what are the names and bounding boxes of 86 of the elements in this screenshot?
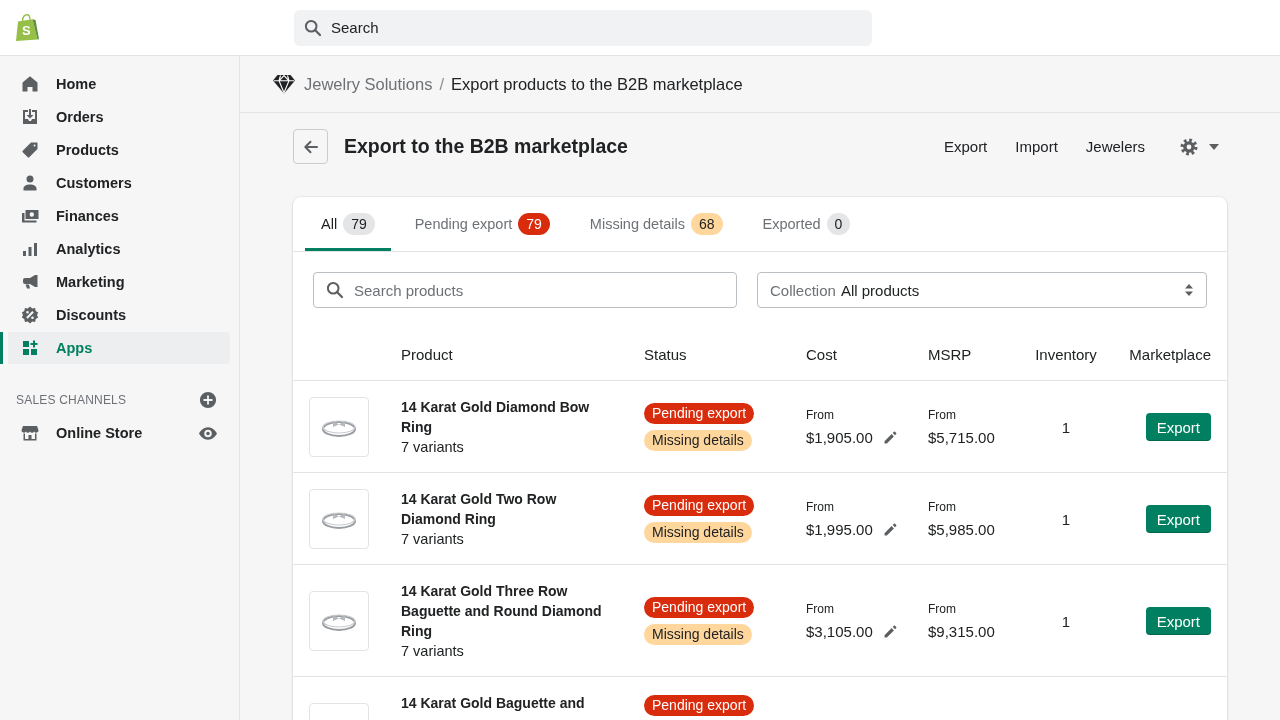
product-name[interactable]: 14 Karat Gold Two Row Diamond Ring [401,489,611,529]
nav-item[interactable]: Home [0,68,230,100]
column-header: Product [401,345,454,363]
logo-letter: S [22,24,31,37]
add-icon[interactable] [199,391,217,409]
inventory-count: 1 [1061,510,1071,528]
inventory-count: 1 [1061,612,1071,630]
collection-select[interactable]: Collection All products [757,272,1207,308]
msrp-value: $9,315.00 [928,622,995,640]
msrp-value: $5,715.00 [928,428,995,446]
status-badge: Pending export [644,495,755,516]
status-badge: Pending export [644,403,755,424]
search-field[interactable]: Search [294,9,872,46]
sort-arrows-icon [1184,283,1194,297]
header-action-button[interactable]: Import [1013,134,1060,159]
from-label: From [806,600,835,617]
tray-download-icon [20,107,40,127]
page-title: Export to the B2B marketplace [344,135,628,158]
eye-icon[interactable] [199,426,217,440]
nav-item[interactable]: Marketing [0,266,230,298]
from-label: From [928,498,957,515]
breadcrumb-current: Export products to the B2B marketplace [451,74,743,94]
tab[interactable]: All 79 [305,197,391,251]
megaphone-icon [20,272,40,292]
column-header: Status [644,345,688,363]
export-button[interactable]: Export [1145,505,1211,533]
status-badge: Missing details [644,522,752,543]
nav-item[interactable]: Analytics [0,233,230,265]
cost-value: $3,105.00 [806,621,873,642]
variant-count: 7 variants [401,530,465,549]
count-badge: 79 [518,213,550,235]
status-badge: Missing details [644,624,752,645]
column-header: Inventory [1034,345,1098,363]
from-label: From [806,498,835,515]
nav-item[interactable]: Online Store [0,417,230,449]
tab[interactable]: Pending export 79 [398,197,566,251]
search-icon [303,17,323,38]
header-action-button[interactable]: Export [941,134,990,159]
nav-item[interactable]: Customers [0,167,230,199]
back-button[interactable] [293,129,328,164]
status-badge: Pending export [644,597,755,618]
percent-badge-icon [20,305,40,325]
from-label: From [928,406,957,423]
breadcrumb-link[interactable]: Jewelry Solutions [304,74,433,94]
cost-value: $1,995.00 [806,519,873,540]
product-name[interactable]: 14 Karat Gold Diamond Bow Ring [401,397,611,437]
count-badge: 79 [343,213,375,235]
nav-item[interactable]: Discounts [0,299,230,331]
nav-item[interactable]: Orders [0,101,230,133]
variant-count: 7 variants [401,438,465,457]
breadcrumb-separator: / [439,74,444,94]
count-badge: 68 [690,213,723,235]
tab[interactable]: Missing details 68 [573,197,739,251]
section-heading: SALES CHANNELS [16,393,127,407]
nav-item[interactable]: Products [0,134,230,166]
apps-grid-icon [20,338,40,358]
status-badge: Pending export [644,695,755,716]
column-header: Marketplace [1128,345,1211,363]
export-button[interactable]: Export [1145,607,1211,635]
status-badge: Missing details [644,430,752,451]
variant-count: 7 variants [401,642,465,661]
count-badge: 0 [826,213,851,235]
shopping-bag-icon [15,14,39,41]
storefront-icon [20,423,40,443]
header-action-button[interactable]: Jewelers [1083,134,1147,159]
inventory-count: 1 [1061,418,1071,436]
from-label: From [806,406,835,423]
settings-icon [1179,136,1199,157]
search-icon [325,280,345,300]
product-name[interactable]: 14 Karat Gold Baguette and [401,693,611,713]
tab[interactable]: Exported 0 [746,197,867,251]
nav-item[interactable]: Finances [0,200,230,232]
cost-value: $1,905.00 [806,427,873,448]
person-icon [20,173,40,193]
diamond-icon [272,74,296,94]
caret-icon [1209,143,1219,150]
tag-icon [20,140,40,160]
export-button[interactable]: Export [1145,413,1211,441]
home-icon [20,74,40,94]
column-header: Cost [806,345,838,363]
product-search-field[interactable]: Search products [313,272,737,308]
msrp-value: $5,985.00 [928,520,995,538]
nav-item[interactable]: Apps [0,332,230,364]
from-label: From [928,600,957,617]
column-header: MSRP [928,345,973,363]
product-name[interactable]: 14 Karat Gold Three Row Baguette and Round Diamond Ring [401,581,611,641]
